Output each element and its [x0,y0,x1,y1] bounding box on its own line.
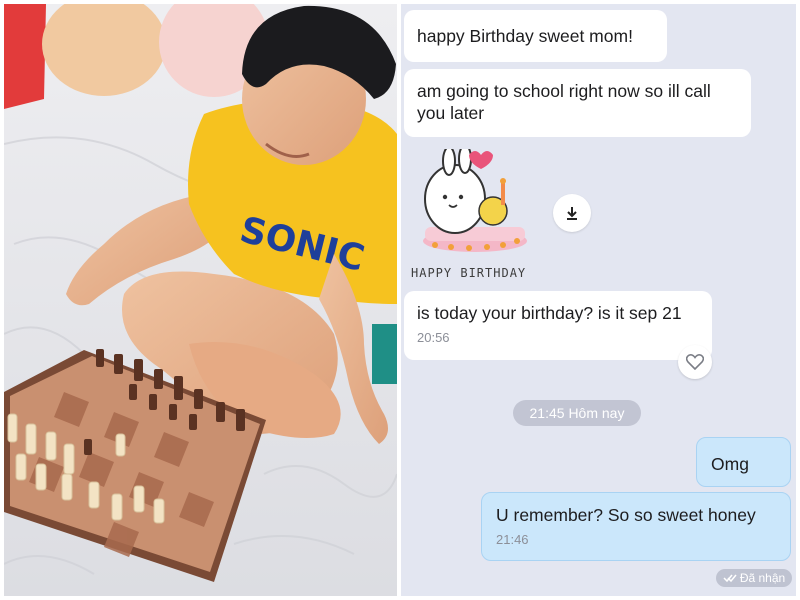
message-timestamp: 21:46 [496,532,529,547]
chat-conversation: happy Birthday sweet mom! am going to sc… [401,4,796,596]
download-sticker-button[interactable] [553,194,591,232]
message-bubble-outgoing[interactable]: U remember? So so sweet honey 21:46 [481,492,791,561]
heart-icon [686,354,704,370]
photo-illustration: SONIC [4,4,397,596]
sticker-caption: HAPPY BIRTHDAY [411,266,527,280]
download-icon [567,207,577,220]
collage-frame: SONIC happy Birthday sweet mom! am going… [0,0,800,600]
message-timestamp: 20:56 [417,330,450,345]
message-text: is today your birthday? is it sep 21 [417,303,682,323]
react-heart-button[interactable] [678,345,712,379]
double-check-icon [723,574,737,583]
message-bubble-incoming[interactable]: happy Birthday sweet mom! [404,10,667,62]
message-bubble-incoming[interactable]: am going to school right now so ill call… [404,69,751,137]
message-text: U remember? So so sweet honey [496,505,756,525]
message-text: Omg [711,454,749,474]
bunny-cake-sticker-icon [423,144,527,252]
birthday-sticker[interactable] [413,144,533,254]
message-text: am going to school right now so ill call… [417,81,711,123]
message-bubble-incoming[interactable]: is today your birthday? is it sep 21 20:… [404,291,712,360]
message-text: happy Birthday sweet mom! [417,26,633,46]
seen-status-text: Đã nhận [739,571,786,585]
message-bubble-outgoing[interactable]: Omg [696,437,791,487]
seen-status-badge: Đã nhận [716,569,792,587]
date-separator: 21:45 Hôm nay [513,400,641,426]
photo-boy-playing-chess: SONIC [4,4,397,596]
